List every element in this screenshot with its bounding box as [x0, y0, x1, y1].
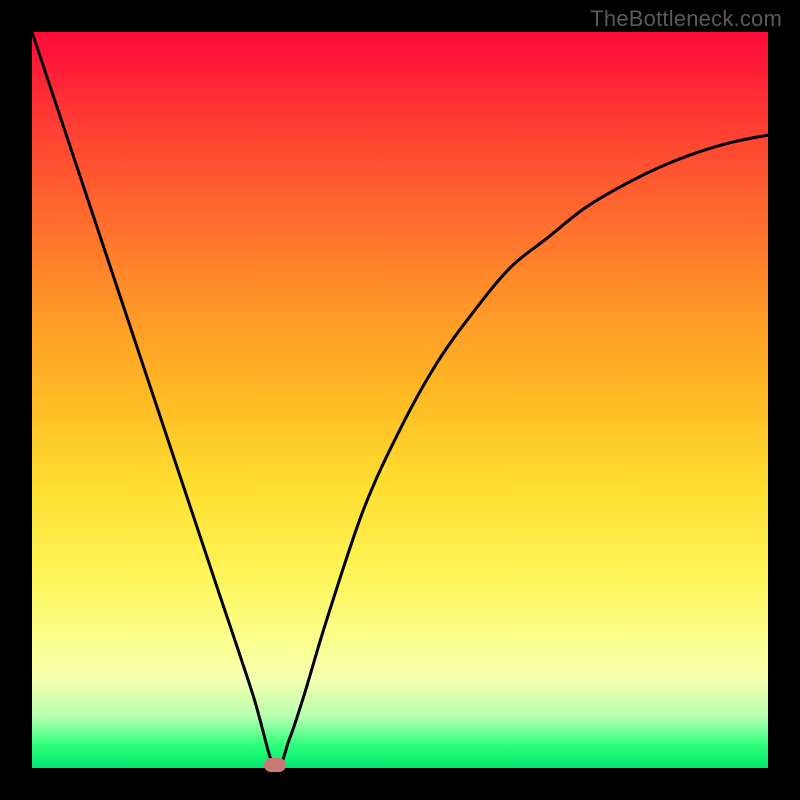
plot-area	[32, 32, 768, 768]
bottleneck-curve	[32, 32, 768, 768]
chart-frame: TheBottleneck.com	[0, 0, 800, 800]
watermark-text: TheBottleneck.com	[590, 6, 782, 32]
optimum-marker	[264, 758, 286, 772]
